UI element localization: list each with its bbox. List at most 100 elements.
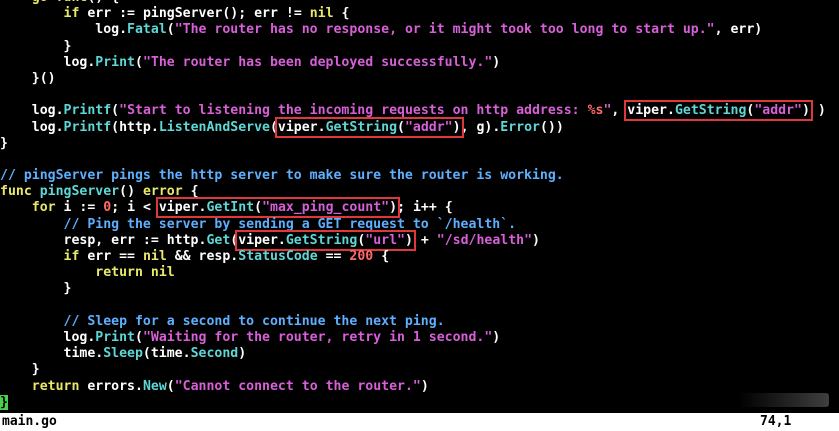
code-token: viper.	[238, 232, 286, 248]
code-token: return	[31, 378, 80, 394]
code-token: pingServer	[39, 184, 120, 200]
code-token: }	[0, 281, 72, 297]
code-buffer[interactable]: go func() { if err := pingServer(); err …	[0, 0, 839, 411]
vim-editor-window[interactable]: go func() { if err := pingServer(); err …	[0, 0, 839, 431]
highlight-box: viper.GetString("addr")	[274, 116, 464, 138]
code-token: "url"	[365, 232, 405, 248]
code-token: Second	[190, 346, 239, 362]
code-token: GetString	[285, 232, 358, 248]
code-line[interactable]: return nil	[0, 265, 839, 281]
code-token: viper.	[277, 119, 326, 135]
code-token: GetString	[325, 119, 398, 135]
code-line[interactable]: if err := pingServer(); err != nil {	[0, 6, 839, 22]
code-token: Sleep	[103, 346, 143, 362]
code-token: Printf	[63, 103, 112, 119]
code-line[interactable]: for i := 0; i < viper.GetInt("max_ping_c…	[0, 197, 839, 219]
code-token: (	[134, 329, 143, 345]
code-line[interactable]: log.Printf("Start to listening the incom…	[0, 100, 839, 122]
status-bar: main.go 74,1	[0, 413, 839, 431]
code-token: errors.	[79, 378, 143, 394]
code-token: 200	[349, 249, 374, 264]
code-line[interactable]: // Ping the server by sending a GET requ…	[0, 217, 839, 233]
code-token: ())	[539, 119, 564, 135]
code-token: {	[182, 184, 199, 200]
code-token: (); err !=	[222, 6, 310, 22]
code-token: ()	[119, 184, 143, 200]
code-line[interactable]: }	[0, 281, 839, 297]
code-token: )	[238, 346, 247, 362]
code-line[interactable]: log.Print("Waiting for the router, retry…	[0, 330, 839, 346]
code-line[interactable]: time.Sleep(time.Second)	[0, 346, 839, 362]
code-token: i :=	[55, 200, 104, 216]
highlight-box: viper.GetInt("max_ping_count")	[155, 197, 401, 219]
code-line[interactable]: }	[0, 394, 839, 411]
code-line[interactable]: return errors.New("Cannot connect to the…	[0, 379, 839, 395]
code-token: GetString	[674, 103, 747, 119]
code-token: )	[389, 200, 398, 216]
code-token: if	[63, 249, 80, 264]
code-token: // Ping the server by sending a GET requ…	[63, 216, 517, 232]
status-filename: main.go	[2, 414, 57, 429]
code-token: error	[142, 184, 183, 200]
code-token: ==	[317, 249, 350, 264]
code-line[interactable]: }	[0, 39, 839, 55]
code-token: }	[0, 38, 72, 54]
code-token: {	[373, 249, 390, 264]
code-line[interactable]	[0, 87, 839, 103]
code-token: resp, err := http.	[0, 232, 207, 248]
code-token: "/sd/health"	[436, 232, 533, 248]
code-token: "max_ping_count"	[262, 200, 390, 216]
code-token: pingServer	[142, 6, 223, 22]
code-token: ; i <	[111, 200, 159, 216]
highlight-box: viper.GetString("addr")	[624, 100, 813, 122]
code-token: (	[166, 378, 175, 394]
code-line[interactable]: func pingServer() error {	[0, 184, 839, 200]
code-line[interactable]: resp, err := http.Get(viper.GetString("u…	[0, 229, 839, 251]
code-line[interactable]: }()	[0, 71, 839, 87]
status-cursor-position: 74,1	[760, 414, 792, 429]
code-token: Printf	[63, 119, 112, 135]
code-line[interactable]: log.Fatal("The router has no response, o…	[0, 22, 839, 38]
code-token: if	[63, 6, 80, 22]
code-token: (time.	[142, 346, 191, 362]
code-token: "The router has been deployed successful…	[142, 54, 493, 70]
code-line[interactable]: // Sleep for a second to continue the ne…	[0, 314, 839, 330]
code-token: )	[809, 103, 826, 119]
code-token: log.	[0, 54, 96, 70]
code-token: && resp.	[166, 249, 239, 264]
code-token: log.	[0, 22, 128, 38]
code-token: ; i++ {	[397, 200, 453, 216]
code-token: )	[420, 378, 429, 394]
code-token: New	[142, 378, 167, 394]
code-line[interactable]: log.Printf(http.ListenAndServe(viper.Get…	[0, 116, 839, 138]
code-line[interactable]: log.Print("The router has been deployed …	[0, 55, 839, 71]
code-token: viper.	[158, 200, 207, 216]
code-line[interactable]	[0, 152, 839, 168]
code-token: () {	[87, 0, 119, 5]
code-token: "addr"	[754, 103, 802, 119]
code-line[interactable]: }	[0, 136, 839, 152]
code-token: +	[412, 232, 437, 248]
code-token: return	[95, 265, 143, 281]
code-token: , g).	[460, 119, 501, 135]
code-line[interactable]: }	[0, 362, 839, 378]
code-line[interactable]: if err == nil && resp.StatusCode == 200 …	[0, 249, 839, 265]
code-line[interactable]: // pingServer pings the http server to m…	[0, 168, 839, 184]
code-line[interactable]	[0, 298, 839, 314]
code-token: log.	[0, 329, 96, 345]
code-token: nil	[309, 6, 334, 22]
code-token: nil	[150, 265, 175, 281]
code-token: (	[254, 200, 263, 216]
code-token: "Start to listening the incoming request…	[119, 103, 588, 119]
code-token: viper.	[627, 103, 675, 119]
code-token: Get	[206, 232, 231, 248]
code-token: nil	[142, 249, 167, 264]
code-token: , err)	[714, 22, 763, 38]
code-token: "addr"	[404, 119, 453, 135]
